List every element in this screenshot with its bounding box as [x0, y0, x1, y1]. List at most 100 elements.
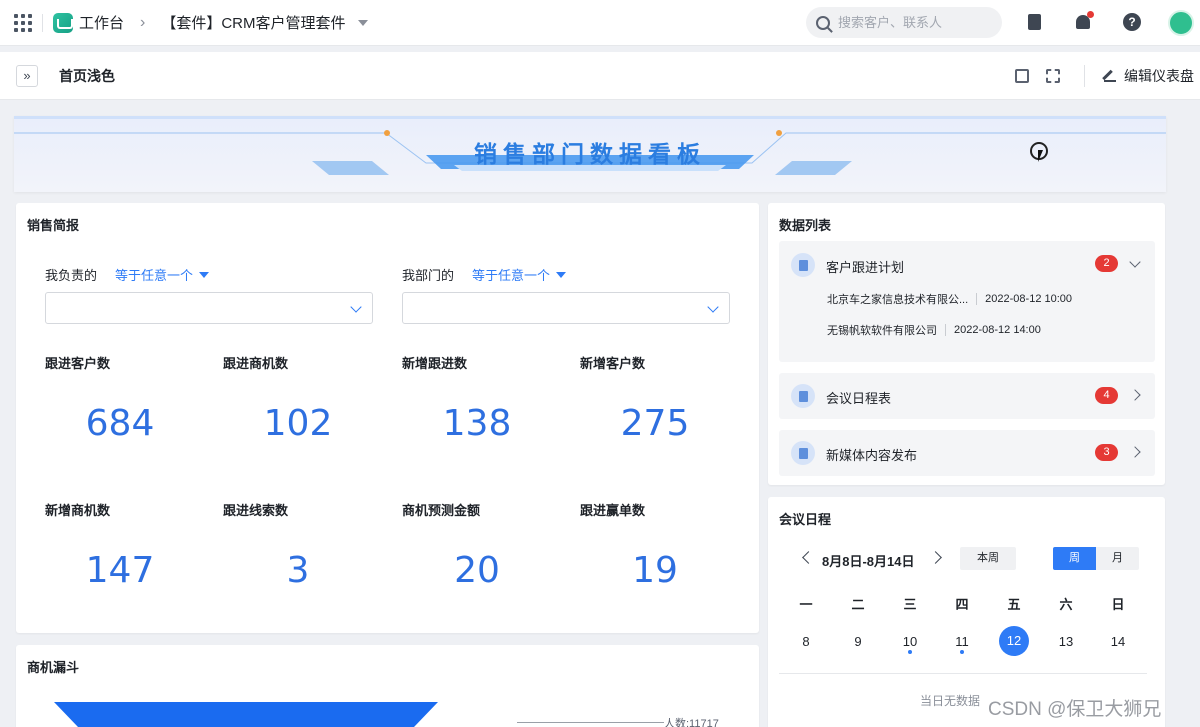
metric-label: 跟进商机数	[223, 356, 289, 371]
metric-value: 275	[620, 403, 690, 444]
help-icon[interactable]: ?	[1122, 12, 1142, 32]
workbench-link[interactable]: 工作台	[79, 12, 124, 33]
calendar-day[interactable]: 13	[1051, 633, 1081, 651]
calendar-day[interactable]: 11	[947, 633, 977, 651]
metric-value: 138	[442, 403, 512, 444]
weekday-label: 四	[955, 597, 969, 612]
divider	[42, 13, 43, 32]
divider	[779, 673, 1147, 674]
metric-value: 102	[263, 403, 333, 444]
filter-select-mine[interactable]	[45, 292, 373, 324]
view-month-toggle[interactable]: 月	[1096, 547, 1139, 570]
filter-label-mine: 我负责的	[45, 268, 98, 283]
notification-bell-icon[interactable]	[1073, 11, 1094, 32]
weekday-label: 五	[1007, 597, 1021, 612]
subrow-time: 2022-08-12 10:00	[985, 293, 1073, 305]
card-title: 会议日程	[779, 512, 832, 527]
edit-dashboard-label: 编辑仪表盘	[1124, 68, 1194, 84]
breadcrumb-separator: ›	[140, 13, 146, 31]
week-range: 8月8日-8月14日	[822, 554, 915, 569]
data-list-item[interactable]: 会议日程表 4	[779, 373, 1155, 419]
filter-select-dept[interactable]	[402, 292, 730, 324]
list-item-name: 会议日程表	[826, 391, 892, 406]
metric-value: 3	[286, 550, 310, 591]
subrow-company: 无锡帆软软件有限公司	[827, 325, 937, 337]
count-badge: 3	[1095, 444, 1118, 461]
suite-dropdown-icon[interactable]	[357, 19, 368, 26]
view-week-toggle[interactable]: 周	[1053, 547, 1096, 570]
edit-dashboard-button[interactable]: 编辑仪表盘	[1104, 66, 1194, 86]
top-bar: 工作台 › 【套件】CRM客户管理套件	[0, 0, 1200, 46]
share-icon[interactable]	[1015, 69, 1029, 83]
list-subrow[interactable]: 北京车之家信息技术有限公... 2022-08-12 10:00	[827, 291, 1072, 307]
subrow-time: 2022-08-12 14:00	[954, 324, 1041, 336]
pencil-icon	[1104, 70, 1116, 82]
metric-label: 新增跟进数	[402, 356, 468, 371]
calendar-day[interactable]: 8	[791, 633, 821, 651]
document-icon	[791, 384, 815, 408]
metric-value: 20	[454, 550, 500, 591]
metric-label: 跟进客户数	[45, 356, 111, 371]
event-dot	[960, 650, 964, 654]
weekday-label: 日	[1111, 597, 1125, 612]
search-input[interactable]	[838, 15, 988, 30]
banner-title: 销售部门数据看板	[474, 141, 706, 167]
watermark: CSDN @保卫大狮兄	[988, 699, 1162, 720]
metric-value: 684	[85, 403, 155, 444]
card-title: 商机漏斗	[27, 660, 80, 675]
dashboard-banner: 销售部门数据看板	[14, 116, 1166, 192]
document-icon	[791, 441, 815, 465]
metric-label: 跟进线索数	[223, 503, 289, 518]
card-title: 销售简报	[27, 218, 80, 233]
data-list-item-expanded[interactable]: 客户跟进计划 2 北京车之家信息技术有限公... 2022-08-12 10:0…	[779, 241, 1155, 362]
fullscreen-icon[interactable]	[1046, 69, 1060, 83]
chevron-right-icon[interactable]	[1129, 446, 1141, 458]
weekday-label: 一	[799, 597, 813, 612]
calendar-day[interactable]: 14	[1103, 633, 1133, 651]
this-week-button[interactable]: 本周	[960, 547, 1016, 570]
no-data-text: 当日无数据	[920, 694, 981, 708]
funnel-leader-line	[517, 722, 664, 723]
app-grid-icon[interactable]	[14, 13, 32, 32]
weekday-label: 二	[851, 597, 865, 612]
metric-label: 商机预测金额	[402, 503, 481, 518]
chevron-right-icon[interactable]	[1129, 389, 1141, 401]
metric-label: 跟进赢单数	[580, 503, 646, 518]
subrow-company: 北京车之家信息技术有限公...	[827, 294, 969, 306]
workbench-logo-icon[interactable]	[53, 12, 73, 33]
event-dot	[908, 650, 912, 654]
card-title: 数据列表	[779, 218, 832, 233]
metric-label: 新增商机数	[45, 503, 111, 518]
metric-label: 新增客户数	[580, 356, 646, 371]
list-subrow[interactable]: 无锡帆软软件有限公司 2022-08-12 14:00	[827, 322, 1041, 338]
search-icon	[816, 15, 830, 30]
document-icon	[791, 253, 815, 277]
search-box[interactable]	[806, 7, 1002, 38]
suite-name[interactable]: 【套件】CRM客户管理套件	[161, 12, 345, 33]
count-badge: 2	[1095, 255, 1118, 272]
filter-operator-mine[interactable]: 等于任意一个	[115, 265, 209, 284]
expand-sidebar-button[interactable]: »	[16, 64, 38, 87]
funnel-top-segment	[54, 702, 438, 727]
list-item-name: 新媒体内容发布	[826, 448, 918, 463]
user-avatar[interactable]	[1168, 10, 1194, 36]
chevron-down-icon[interactable]	[1129, 256, 1141, 268]
list-item-name: 客户跟进计划	[826, 260, 905, 275]
mouse-cursor-icon	[1030, 142, 1048, 162]
funnel-chart	[54, 702, 438, 727]
calendar-day-today[interactable]: 12	[999, 626, 1029, 656]
metric-value: 19	[632, 550, 678, 591]
metric-value: 147	[85, 550, 155, 591]
filter-operator-dept[interactable]: 等于任意一个	[472, 265, 566, 284]
divider	[1084, 65, 1085, 87]
funnel-label: 人数:11717	[664, 718, 719, 727]
weekday-label: 六	[1059, 597, 1073, 612]
page-title[interactable]: 首页浅色	[59, 66, 115, 86]
notebook-icon[interactable]	[1024, 12, 1044, 32]
filter-label-dept: 我部门的	[402, 268, 455, 283]
data-list-item[interactable]: 新媒体内容发布 3	[779, 430, 1155, 476]
calendar-day[interactable]: 9	[843, 633, 873, 651]
calendar-day[interactable]: 10	[895, 633, 925, 651]
weekday-label: 三	[903, 597, 917, 612]
count-badge: 4	[1095, 387, 1118, 404]
